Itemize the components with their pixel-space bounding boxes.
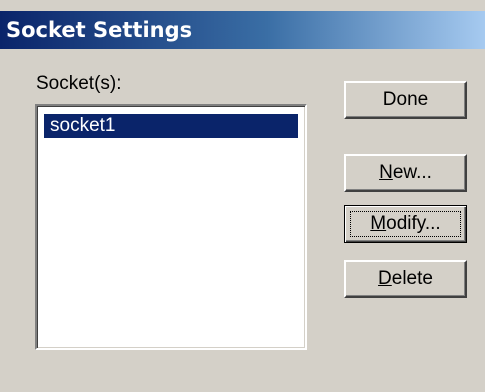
delete-button-mnemonic: D [378,268,392,289]
socket-settings-dialog: Socket Settings Socket(s): socket1 Done … [0,0,485,392]
done-button[interactable]: Done [344,81,467,119]
modify-button-mnemonic: M [370,213,387,234]
new-button[interactable]: New... [344,154,467,192]
sockets-label: Socket(s): [36,73,122,94]
new-button-label: ew... [392,162,432,183]
done-button-label: Done [382,89,429,110]
sockets-listbox[interactable]: socket1 [35,104,307,350]
title-bar[interactable]: Socket Settings [0,11,485,49]
modify-button-label: odify... [386,213,441,234]
delete-button[interactable]: Delete [344,260,467,298]
list-item[interactable]: socket1 [44,114,298,138]
new-button-mnemonic: N [379,162,393,183]
modify-button[interactable]: Modify... [344,205,467,243]
window-title: Socket Settings [6,18,193,42]
delete-button-label: elete [391,268,433,289]
